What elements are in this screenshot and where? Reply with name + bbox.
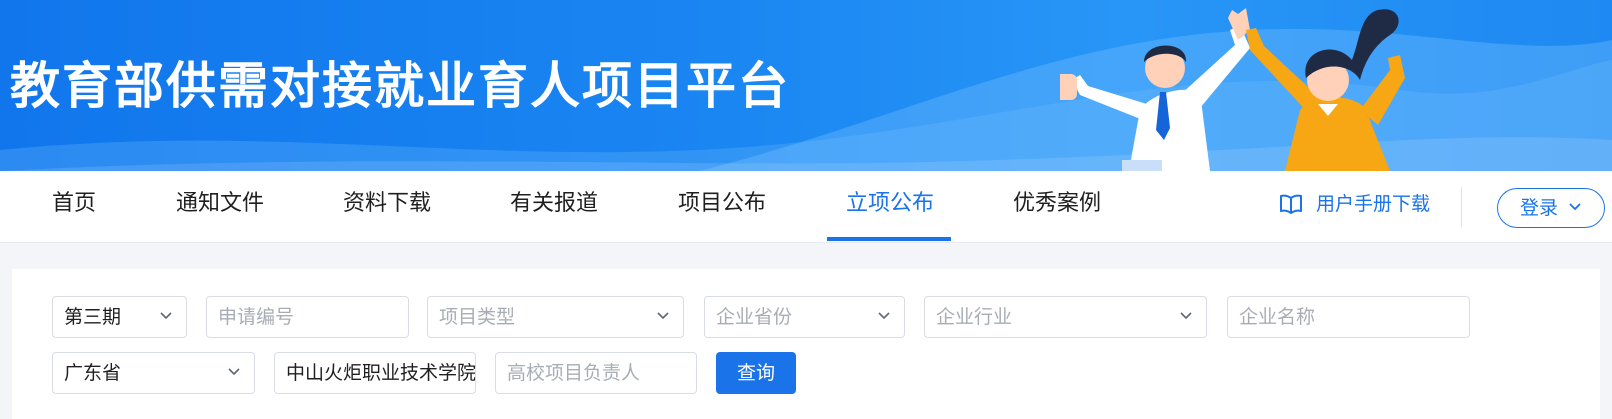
chevron-down-icon	[657, 312, 669, 320]
nav-item-project-announcements[interactable]: 项目公布	[678, 171, 766, 243]
project-type-placeholder: 项目类型	[439, 306, 516, 328]
chevron-down-icon	[878, 312, 890, 320]
school-province-select[interactable]: 广东省	[52, 352, 255, 394]
school-province-value: 广东省	[64, 362, 122, 384]
chevron-down-icon	[1180, 312, 1192, 320]
login-label: 登录	[1520, 197, 1559, 219]
company-industry-select[interactable]: 企业行业	[924, 296, 1207, 338]
high-five-illustration	[1060, 8, 1405, 171]
company-industry-placeholder: 企业行业	[936, 306, 1013, 328]
header-banner: 教育部供需对接就业育人项目平台	[0, 0, 1612, 171]
main-nav: 首页 通知文件 资料下载 有关报道 项目公布 立项公布 优秀案例 用户手册下载 …	[0, 171, 1612, 243]
nav-item-downloads[interactable]: 资料下载	[343, 171, 431, 243]
banner-title: 教育部供需对接就业育人项目平台	[10, 57, 790, 115]
nav-item-excellent-cases[interactable]: 优秀案例	[1013, 171, 1101, 243]
nav-item-reports[interactable]: 有关报道	[510, 171, 598, 243]
query-button[interactable]: 查询	[716, 352, 796, 394]
filter-panel	[12, 269, 1600, 419]
user-manual-download-link[interactable]: 用户手册下载	[1279, 171, 1430, 243]
active-tab-indicator	[827, 237, 951, 241]
login-button[interactable]: 登录	[1497, 188, 1605, 228]
nav-item-approval-announcements[interactable]: 立项公布	[846, 171, 934, 243]
period-select[interactable]: 第三期	[52, 296, 187, 338]
nav-divider	[1461, 187, 1462, 227]
nav-item-home[interactable]: 首页	[52, 171, 96, 243]
project-type-select[interactable]: 项目类型	[427, 296, 684, 338]
period-value: 第三期	[64, 306, 122, 328]
school-leader-placeholder: 高校项目负责人	[507, 362, 641, 384]
company-province-select[interactable]: 企业省份	[704, 296, 905, 338]
company-name-placeholder: 企业名称	[1239, 306, 1316, 328]
school-name-value: 中山火炬职业技术学院	[286, 362, 476, 384]
school-name-input[interactable]: 中山火炬职业技术学院	[274, 352, 476, 394]
chevron-down-icon	[1569, 203, 1581, 211]
chevron-down-icon	[160, 312, 172, 320]
application-number-placeholder: 申请编号	[218, 306, 295, 328]
application-number-input[interactable]: 申请编号	[206, 296, 409, 338]
company-province-placeholder: 企业省份	[716, 306, 793, 328]
company-name-input[interactable]: 企业名称	[1227, 296, 1470, 338]
book-icon	[1280, 194, 1302, 214]
chevron-down-icon	[228, 368, 240, 376]
user-manual-label: 用户手册下载	[1316, 193, 1431, 215]
school-leader-input[interactable]: 高校项目负责人	[495, 352, 697, 394]
nav-item-notices[interactable]: 通知文件	[176, 171, 264, 243]
